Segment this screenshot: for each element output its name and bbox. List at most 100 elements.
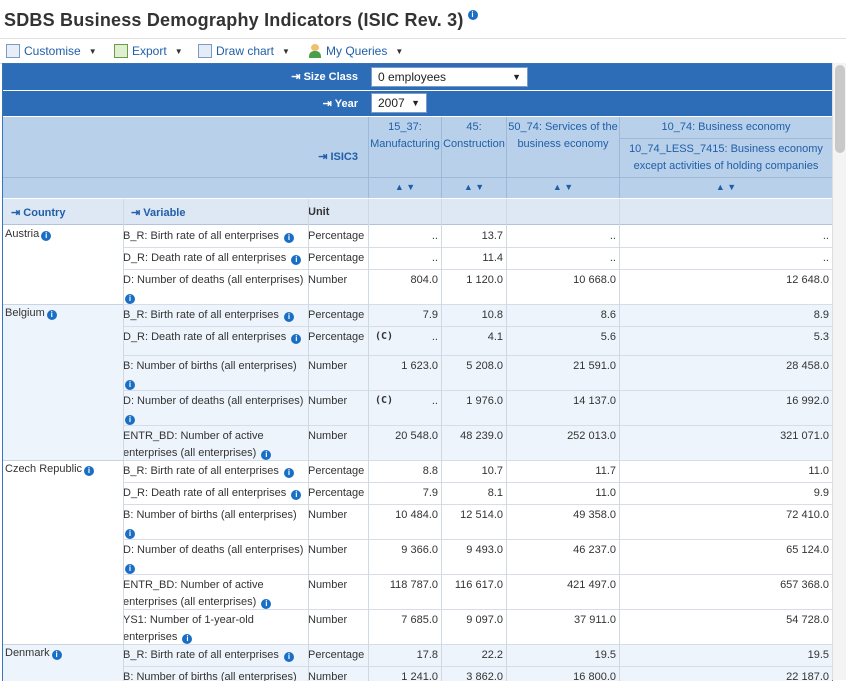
info-icon[interactable]: i [84, 466, 95, 476]
data-table: ⇥ Size Class 0 employees ▼ ⇥ Year 2007 ▼… [2, 63, 833, 681]
variable-cell: D: Number of deaths (all enterprises) i [123, 542, 308, 576]
value-cell: 11.4 [482, 252, 503, 264]
unit-cell: Number [308, 509, 348, 521]
info-icon[interactable]: i [291, 490, 302, 500]
value-cell: 9 366.0 [401, 544, 438, 556]
chart-icon [198, 44, 212, 58]
column-divider [506, 199, 507, 681]
info-icon[interactable]: i [261, 599, 272, 609]
draw-chart-label: Draw chart [216, 44, 275, 58]
value-cell: .. [822, 252, 829, 264]
column-header-services[interactable]: 50_74: Services of the business economy [507, 119, 619, 153]
sort-arrows-icon[interactable]: ▲ ▼ [369, 182, 441, 192]
export-button[interactable]: Export ▼ [114, 43, 183, 59]
country-name: Czech Republic [5, 463, 83, 475]
page-title-text: SDBS Business Demography Indicators (ISI… [4, 10, 464, 30]
size-class-select[interactable]: 0 employees ▼ [371, 67, 528, 87]
value-cell: 11.0 [808, 465, 829, 477]
value-cell: 1 120.0 [466, 274, 503, 286]
value-cell: 8.6 [600, 309, 616, 321]
info-icon[interactable]: i [467, 10, 478, 20]
info-icon[interactable]: i [283, 652, 294, 662]
draw-chart-button[interactable]: Draw chart ▼ [198, 43, 290, 59]
value-cell: 9 097.0 [466, 614, 503, 626]
value-cell: 72 410.0 [786, 509, 829, 521]
info-icon[interactable]: i [125, 415, 135, 425]
info-icon[interactable]: i [46, 310, 57, 320]
value-cell: 8.9 [813, 309, 829, 321]
value-cell: 19.5 [594, 649, 616, 661]
value-cell: 20 548.0 [395, 430, 438, 442]
customise-icon [6, 44, 20, 58]
divider [620, 138, 832, 139]
value-cell: 8.1 [487, 487, 503, 499]
chevron-down-icon: ▼ [282, 46, 290, 56]
column-divider [308, 199, 309, 681]
dropdown-arrow-icon: ▼ [411, 98, 420, 108]
export-icon [114, 44, 128, 58]
confidential-flag: (C) [375, 395, 394, 406]
size-class-label: Size Class [303, 71, 358, 83]
variable-cell: ENTR_BD: Number of active enterprises (a… [123, 577, 308, 611]
column-divider [123, 199, 124, 681]
sort-arrows-icon[interactable]: ▲ ▼ [442, 182, 506, 192]
sort-arrows-icon[interactable]: ▲ ▼ [620, 182, 832, 192]
value-cell: 19.5 [807, 649, 829, 661]
info-icon[interactable]: i [283, 312, 294, 322]
country-header[interactable]: ⇥ Country [11, 206, 111, 219]
sort-arrows-icon[interactable]: ▲ ▼ [507, 182, 619, 192]
country-name: Austria [5, 228, 40, 240]
variable-cell: D: Number of deaths (all enterprises) i [123, 393, 308, 427]
value-cell: 4.1 [487, 331, 503, 343]
value-cell: .. [609, 230, 616, 242]
isic3-header[interactable]: ⇥ ISIC3 [303, 150, 358, 163]
unit-cell: Number [308, 614, 348, 626]
column-header-construction[interactable]: 45: Construction [442, 119, 506, 153]
column-header-manufacturing[interactable]: 15_37: Manufacturing [369, 119, 441, 153]
info-icon[interactable]: i [125, 564, 135, 574]
column-header-business-economy-excl[interactable]: 10_74_LESS_7415: Business economy except… [625, 141, 827, 175]
variable-header[interactable]: ⇥ Variable [131, 206, 231, 219]
info-icon[interactable]: i [283, 468, 294, 478]
country-cell: Czech Republic i [5, 463, 120, 476]
year-label: Year [334, 98, 358, 110]
my-queries-label: My Queries [326, 44, 388, 58]
variable-name: D: Number of deaths (all enterprises) [123, 395, 304, 407]
info-icon[interactable]: i [291, 334, 302, 344]
variable-name: B_R: Birth rate of all enterprises [123, 465, 279, 477]
value-cell: 5.6 [600, 331, 616, 343]
column-header-business-economy[interactable]: 10_74: Business economy [620, 119, 832, 136]
value-cell: 11.7 [595, 465, 616, 477]
variable-name: B_R: Birth rate of all enterprises [123, 309, 279, 321]
info-icon[interactable]: i [41, 231, 52, 241]
info-icon[interactable]: i [51, 650, 62, 660]
year-select[interactable]: 2007 ▼ [371, 93, 427, 113]
vertical-scrollbar[interactable] [832, 63, 846, 680]
variable-name: D_R: Death rate of all enterprises [123, 487, 287, 499]
year-header[interactable]: ⇥ Year [203, 97, 358, 110]
value-cell: 10.7 [481, 465, 503, 477]
my-queries-button[interactable]: My Queries ▼ [308, 43, 403, 59]
size-class-header[interactable]: ⇥ Size Class [203, 70, 358, 83]
info-icon[interactable]: i [283, 233, 294, 243]
variable-cell: B_R: Birth rate of all enterprises i [123, 463, 308, 480]
info-icon[interactable]: i [125, 294, 135, 304]
info-icon[interactable]: i [261, 450, 272, 460]
value-cell: 10.8 [481, 309, 503, 321]
info-icon[interactable]: i [182, 634, 193, 644]
value-cell: .. [609, 252, 616, 264]
info-icon[interactable]: i [291, 255, 302, 265]
variable-cell: B_R: Birth rate of all enterprises i [123, 647, 308, 664]
value-cell: 10 668.0 [573, 274, 616, 286]
value-cell: 11.0 [595, 487, 616, 499]
info-icon[interactable]: i [125, 380, 135, 390]
scrollbar-thumb[interactable] [835, 65, 845, 153]
page-title: SDBS Business Demography Indicators (ISI… [4, 10, 478, 31]
customise-button[interactable]: Customise ▼ [6, 43, 97, 59]
variable-cell: ENTR_BD: Number of active enterprises (a… [123, 428, 308, 462]
dropdown-arrow-icon: ▼ [512, 72, 521, 82]
value-cell: 657 368.0 [780, 579, 829, 591]
variable-header-label: Variable [143, 207, 186, 219]
info-icon[interactable]: i [125, 529, 135, 539]
unit-cell: Percentage [308, 465, 365, 477]
